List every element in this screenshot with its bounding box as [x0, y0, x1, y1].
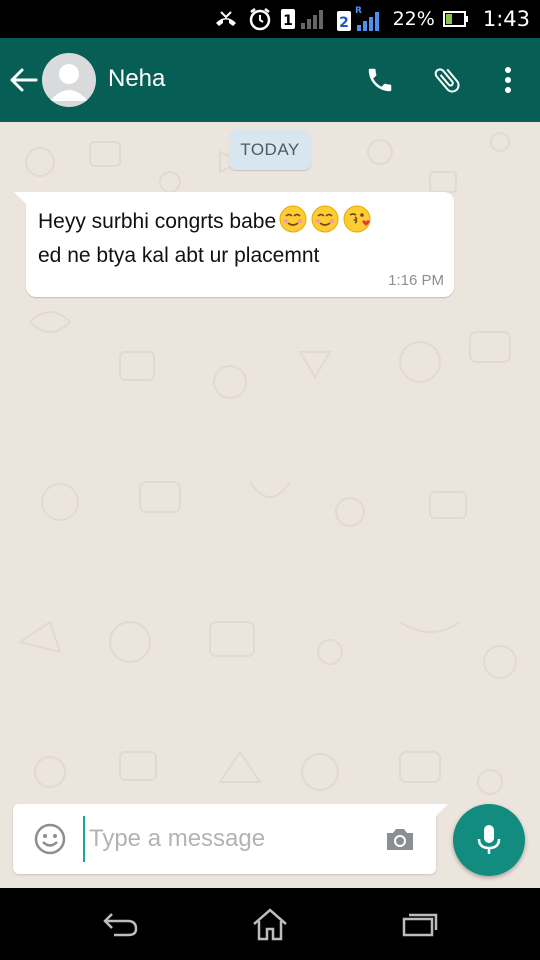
mic-icon [477, 825, 501, 854]
sim1-label: 1 [283, 13, 293, 29]
missed-call-icon [213, 9, 239, 29]
avatar[interactable] [42, 53, 96, 107]
mic-button[interactable] [453, 804, 525, 876]
paperclip-icon[interactable] [427, 60, 467, 100]
sim1-signal-icon: 1 [280, 6, 329, 32]
message-input[interactable] [83, 816, 383, 862]
nav-recents-icon[interactable] [396, 904, 444, 944]
phone-icon[interactable] [360, 60, 400, 100]
navigation-bar [0, 888, 540, 960]
status-bar: 1 2 R 22% 1:43 [0, 0, 540, 38]
message-text: Heyy surbhi congrts babe ed ne btya kal … [38, 204, 446, 273]
message-line: Heyy surbhi congrts babe [38, 204, 446, 239]
battery-percent: 22% [392, 8, 435, 30]
back-arrow-icon[interactable] [8, 60, 40, 100]
alarm-icon [247, 6, 273, 32]
message-composer [13, 804, 448, 874]
relieved-face-emoji [278, 204, 308, 234]
chat-area[interactable]: TODAY Heyy surbhi congrts babe ed ne bty… [0, 122, 540, 888]
composer-tail [436, 804, 448, 816]
more-vert-icon[interactable] [488, 60, 528, 100]
emoji-icon[interactable] [33, 822, 67, 856]
date-divider: TODAY [229, 130, 311, 170]
kissing-face-emoji [342, 204, 372, 234]
battery-icon [442, 11, 469, 27]
message-line-2: ed ne btya kal abt ur placemnt [38, 244, 320, 267]
contact-name[interactable]: Neha [108, 65, 165, 93]
camera-icon[interactable] [383, 822, 417, 856]
incoming-message[interactable]: Heyy surbhi congrts babe ed ne btya kal … [14, 192, 454, 297]
nav-home-icon[interactable] [246, 904, 294, 944]
bubble-tail [14, 192, 26, 204]
message-timestamp: 1:16 PM [388, 272, 444, 289]
sim2-signal-icon: 2 R [336, 4, 385, 34]
chat-header: Neha [0, 38, 540, 122]
roaming-label: R [355, 6, 362, 16]
sim2-label: 2 [339, 15, 349, 31]
relieved-face-emoji [310, 204, 340, 234]
clock: 1:43 [482, 7, 530, 31]
message-line-1: Heyy surbhi congrts babe [38, 210, 277, 233]
nav-back-icon[interactable] [96, 904, 144, 944]
